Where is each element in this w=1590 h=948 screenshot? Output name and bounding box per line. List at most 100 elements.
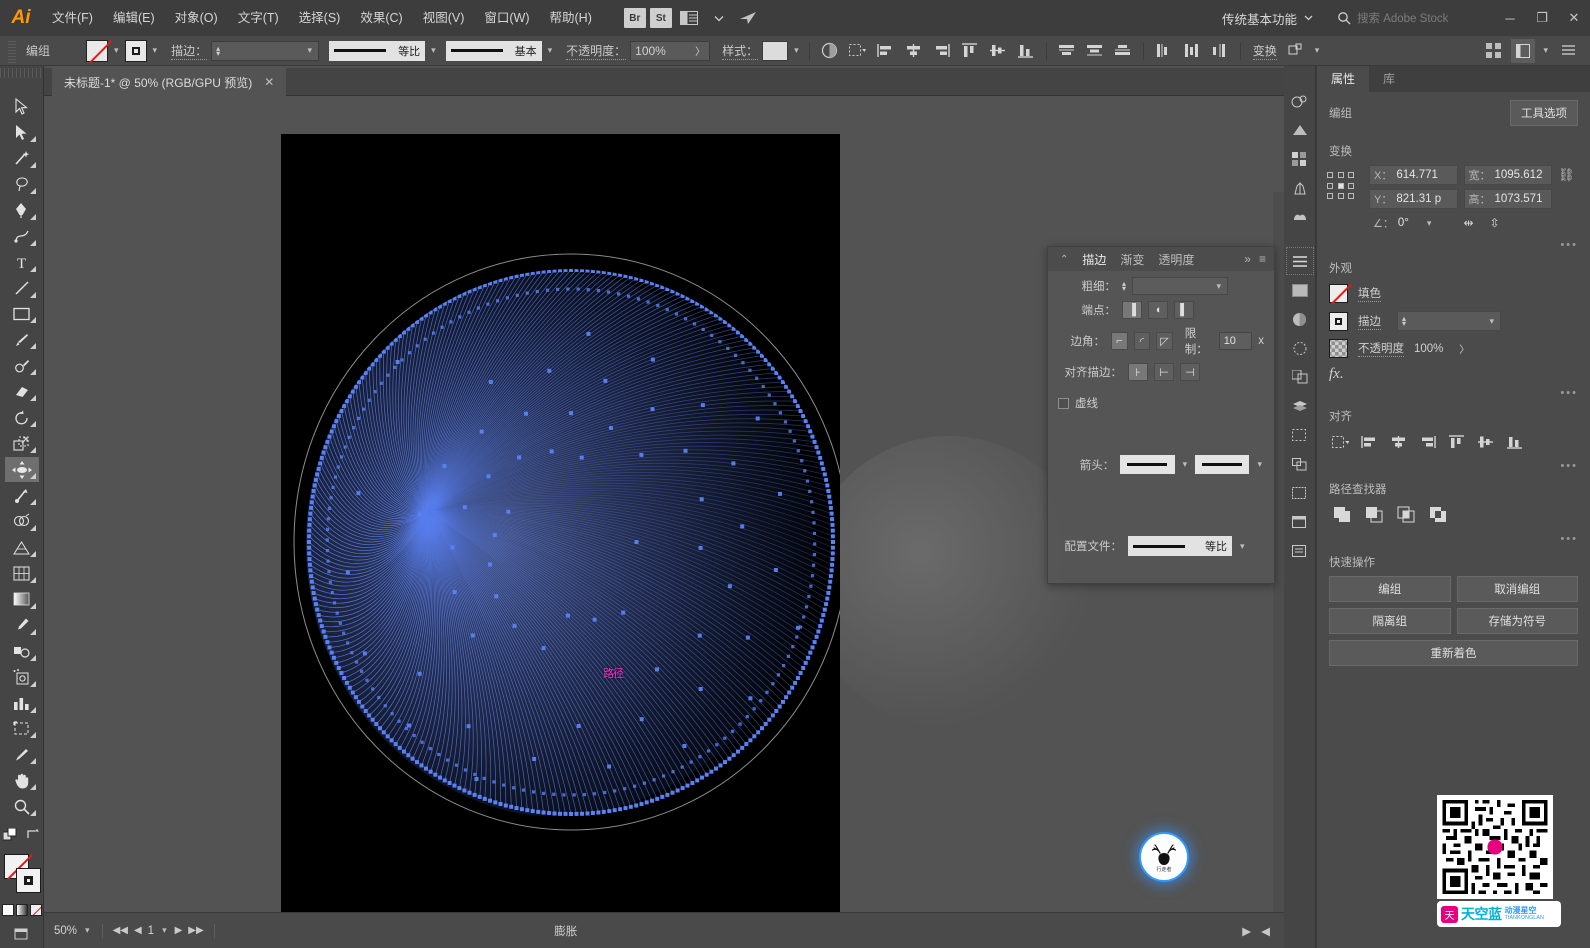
paintbrush-tool[interactable] xyxy=(5,327,39,352)
gradient-tool[interactable] xyxy=(5,587,39,612)
tab-properties[interactable]: 属性 xyxy=(1317,66,1370,92)
transform-more-options[interactable]: ••• xyxy=(1317,239,1590,251)
align-center-h-icon[interactable] xyxy=(902,39,926,63)
transform-label[interactable]: 变换 xyxy=(1252,42,1277,60)
distribute-top-icon[interactable] xyxy=(1055,39,1079,63)
stepper-icon[interactable]: ▴ ▾ xyxy=(216,44,220,57)
panel-expand-icon[interactable]: » xyxy=(1244,252,1251,266)
align-bottom-icon[interactable] xyxy=(1501,430,1527,454)
color-guide-icon[interactable] xyxy=(1287,117,1313,143)
profile-dropdown[interactable]: 等比 xyxy=(1128,536,1232,556)
transform-width-input[interactable]: 宽： 1095.612 xyxy=(1463,165,1552,185)
chevron-down-icon[interactable]: ▾ xyxy=(792,45,801,56)
unite-icon[interactable] xyxy=(1331,503,1353,525)
hand-tool[interactable] xyxy=(5,768,39,793)
chevron-down-icon[interactable]: ▾ xyxy=(1313,45,1322,56)
symbols-panel-icon[interactable] xyxy=(1287,204,1313,230)
align-right-icon[interactable] xyxy=(1414,430,1440,454)
window-minimize-button[interactable]: ─ xyxy=(1494,0,1526,36)
scale-tool[interactable] xyxy=(5,431,39,456)
appearance-panel-icon[interactable] xyxy=(1287,306,1313,332)
align-center-h-icon[interactable] xyxy=(1385,430,1411,454)
isolate-group-icon[interactable] xyxy=(1285,39,1309,63)
stroke-panel[interactable]: ⌃ 描边 渐变 透明度 » ≡ 粗细： ▴ ▾ ▾ 端点： ▐ ◖ ▌ 边角： ⌐… xyxy=(1047,246,1275,584)
menu-item-edit[interactable]: 编辑(E) xyxy=(103,0,165,36)
opacity-swatch[interactable] xyxy=(1329,339,1348,358)
swatches-panel-icon[interactable] xyxy=(1287,146,1313,172)
tab-transparency[interactable]: 透明度 xyxy=(1158,251,1194,268)
menu-item-type[interactable]: 文字(T) xyxy=(228,0,289,36)
align-right-icon[interactable] xyxy=(930,39,954,63)
chevron-down-icon[interactable]: ▾ xyxy=(1487,316,1496,327)
align-to-selection-icon[interactable] xyxy=(1327,430,1353,454)
chevron-down-icon[interactable]: ▾ xyxy=(1541,45,1550,56)
tab-stroke[interactable]: 描边 xyxy=(1082,251,1106,268)
opacity-expand-icon[interactable]: 〉 xyxy=(695,43,705,58)
distribute-left-icon[interactable] xyxy=(1152,39,1176,63)
zoom-tool[interactable] xyxy=(5,794,39,819)
minus-front-icon[interactable] xyxy=(1363,503,1385,525)
transform-x-input[interactable]: X： 614.771 xyxy=(1369,165,1458,185)
document-tab[interactable]: 未标题-1* @ 50% (RGB/GPU 预览) ✕ xyxy=(52,68,287,96)
column-graph-tool[interactable] xyxy=(5,691,39,716)
miter-limit-input[interactable]: 10 xyxy=(1218,332,1253,350)
recolor-artwork-icon[interactable] xyxy=(818,39,842,63)
distribute-center-v-icon[interactable] xyxy=(1083,39,1107,63)
status-next-icon[interactable]: ▶ xyxy=(1242,924,1251,938)
controlbar-grip[interactable] xyxy=(8,38,16,63)
chevron-down-icon[interactable]: ▾ xyxy=(1238,541,1247,552)
menu-item-object[interactable]: 对象(O) xyxy=(165,0,228,36)
opacity-value[interactable]: 100% xyxy=(1414,343,1443,355)
stepper-icon[interactable]: ▴ ▾ xyxy=(1122,280,1126,293)
pathfinder-more-options[interactable]: ••• xyxy=(1317,533,1590,545)
first-artboard-icon[interactable]: ◀◀ xyxy=(113,925,128,936)
pen-tool[interactable] xyxy=(5,198,39,223)
graphic-styles-panel-icon[interactable] xyxy=(1287,335,1313,361)
transform-y-input[interactable]: Y： 821.31 p xyxy=(1369,189,1458,209)
close-icon[interactable]: ✕ xyxy=(264,75,274,89)
align-stroke-center-icon[interactable]: ⊦ xyxy=(1128,363,1148,381)
blend-tool[interactable] xyxy=(5,639,39,664)
search-input[interactable]: 搜索 Adobe Stock xyxy=(1329,7,1494,29)
brush-definition-dropdown[interactable]: 基本 xyxy=(445,40,542,61)
align-bottom-icon[interactable] xyxy=(1014,39,1038,63)
lasso-tool[interactable] xyxy=(5,172,39,197)
projecting-cap-icon[interactable]: ▌ xyxy=(1174,301,1194,319)
align-left-icon[interactable] xyxy=(1356,430,1382,454)
free-transform-tool[interactable] xyxy=(5,483,39,508)
curvature-tool[interactable] xyxy=(5,224,39,249)
pencil-tool[interactable] xyxy=(5,353,39,378)
align-top-icon[interactable] xyxy=(958,39,982,63)
fx-icon[interactable]: fx. xyxy=(1329,366,1344,383)
asset-export-panel-icon[interactable] xyxy=(1287,509,1313,535)
round-cap-icon[interactable]: ◖ xyxy=(1148,301,1168,319)
transform-height-input[interactable]: 高： 1073.571 xyxy=(1463,189,1552,209)
menu-item-view[interactable]: 视图(V) xyxy=(413,0,475,36)
toolbar-grip[interactable] xyxy=(0,68,44,78)
color-panel-icon[interactable] xyxy=(1287,88,1313,114)
panel-menu-icon[interactable]: ≡ xyxy=(1259,252,1266,266)
flip-horizontal-icon[interactable]: ⇹ xyxy=(1464,216,1474,230)
flip-vertical-icon[interactable]: ⇳ xyxy=(1490,216,1500,230)
distribute-right-icon[interactable] xyxy=(1208,39,1232,63)
isolate-group-button[interactable]: 隔离组 xyxy=(1329,608,1451,634)
distribute-bottom-icon[interactable] xyxy=(1111,39,1135,63)
chevron-down-icon[interactable]: ▾ xyxy=(160,925,169,936)
chevron-down-icon[interactable]: ▾ xyxy=(306,45,315,56)
none-swatch[interactable] xyxy=(29,904,42,917)
chevron-down-icon[interactable]: ▾ xyxy=(546,45,555,56)
perspective-grid-tool[interactable] xyxy=(5,535,39,560)
fill-swatch[interactable] xyxy=(86,39,108,62)
eyedropper-tool[interactable] xyxy=(5,613,39,638)
mesh-tool[interactable] xyxy=(5,561,39,586)
line-segment-tool[interactable] xyxy=(5,276,39,301)
current-tool-name[interactable]: 膨胀 xyxy=(554,923,577,939)
menu-item-window[interactable]: 窗口(W) xyxy=(474,0,539,36)
opacity-expand-icon[interactable]: 〉 xyxy=(1459,341,1469,356)
miter-join-icon[interactable]: ⌐ xyxy=(1111,332,1128,350)
next-artboard-icon[interactable]: ▶ xyxy=(175,925,183,936)
tab-libraries[interactable]: 库 xyxy=(1369,66,1409,92)
round-join-icon[interactable]: ◜ xyxy=(1133,332,1151,350)
zoom-level[interactable]: 50% xyxy=(54,925,77,937)
type-tool[interactable]: T xyxy=(5,250,39,275)
